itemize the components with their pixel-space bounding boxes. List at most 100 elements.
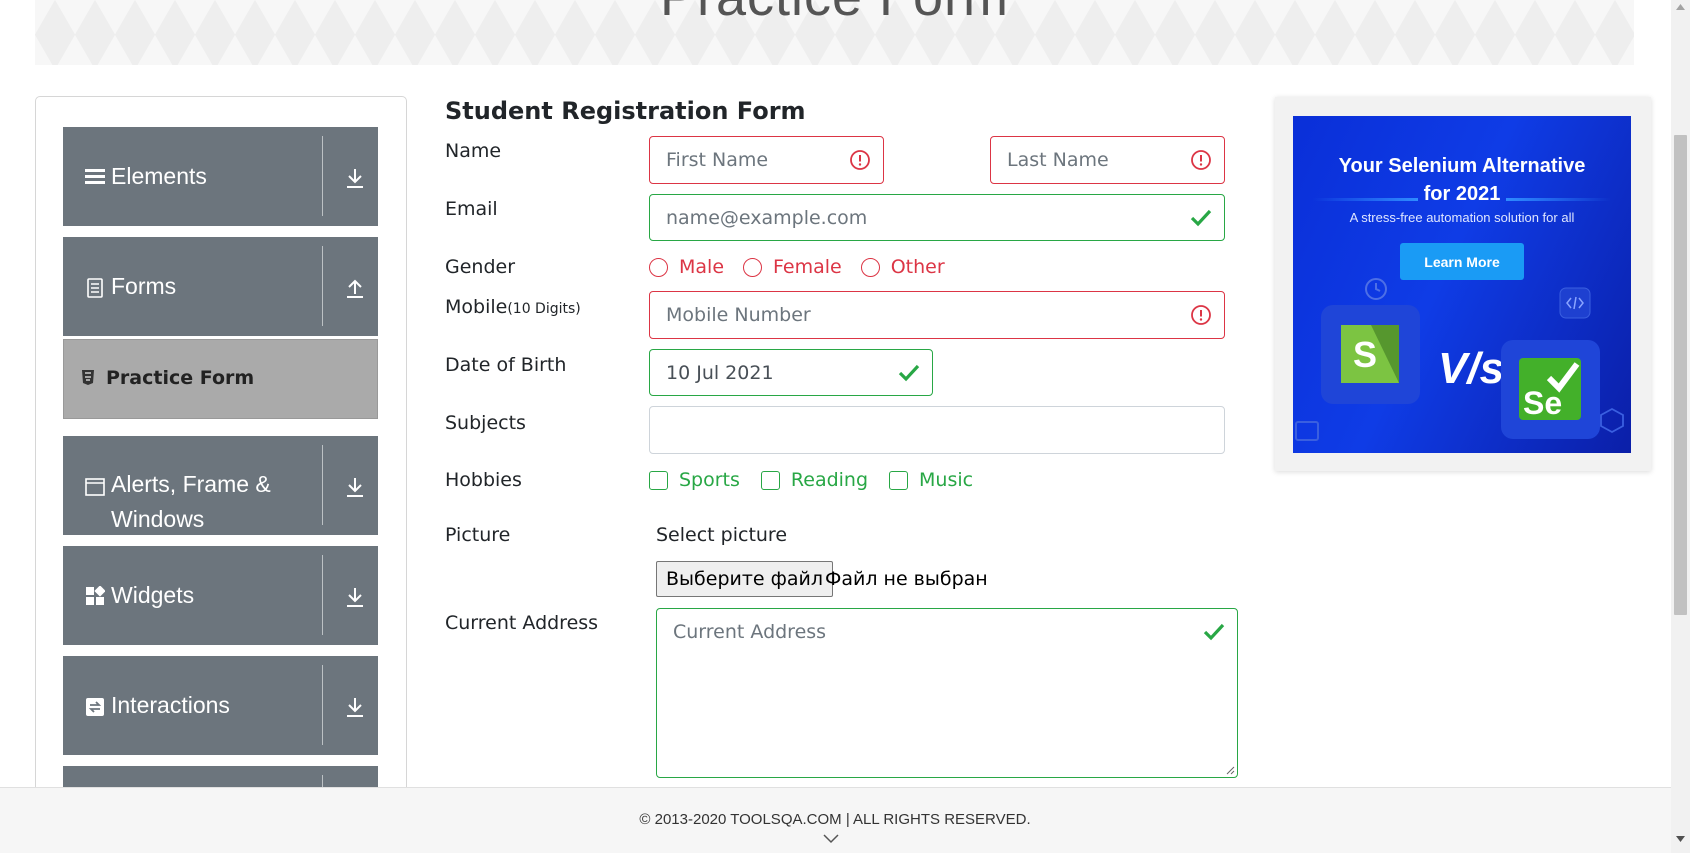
dob-label: Date of Birth (445, 354, 567, 376)
mobile-input[interactable]: Mobile Number (649, 291, 1225, 339)
radio-circle[interactable] (743, 257, 763, 277)
gender-label: Gender (445, 256, 516, 278)
choose-file-button[interactable]: Выберите файл (656, 561, 834, 597)
menu-group-label: Elements (111, 163, 207, 189)
radio-label: Male (679, 256, 725, 278)
ad-vs-text: V/s (1438, 344, 1505, 393)
email-placeholder: name@example.com (666, 206, 868, 229)
divider (322, 555, 323, 635)
menu-group-alerts-frame-windows[interactable]: Alerts, Frame & Windows (63, 436, 378, 535)
hobby-reading-checkbox[interactable]: Reading (760, 469, 868, 491)
download-arrow-icon[interactable] (345, 167, 365, 189)
document-icon (87, 278, 103, 298)
mobile-hint: (10 Digits) (507, 301, 581, 317)
katalon-logo: S (1321, 305, 1420, 404)
upload-arrow-icon[interactable] (345, 277, 365, 299)
ad-title-line1: Your Selenium Alternative (1338, 155, 1586, 177)
menu-group-label: Widgets (111, 582, 195, 608)
dob-value: 10 Jul 2021 (666, 361, 774, 384)
gender-female-radio[interactable]: Female (743, 256, 842, 278)
gender-radio-group: Male Female Other (649, 256, 964, 278)
subjects-input[interactable] (649, 406, 1225, 454)
current-address-textarea[interactable]: Current Address (656, 608, 1238, 778)
widgets-icon (86, 586, 105, 605)
hobbies-label: Hobbies (445, 469, 522, 491)
divider (322, 665, 323, 745)
left-menu: Elements Forms Practice Form Alerts, Fra… (35, 96, 407, 796)
gender-other-radio[interactable]: Other (860, 256, 945, 278)
error-icon (1191, 150, 1211, 170)
resize-grip-icon[interactable] (1225, 765, 1235, 775)
checkbox-label: Sports (679, 469, 740, 491)
selenium-logo-icon: Se (1519, 358, 1581, 420)
current-address-label: Current Address (445, 612, 599, 634)
error-icon (850, 150, 870, 170)
hamburger-icon (85, 169, 105, 184)
window-icon (85, 478, 105, 496)
menu-group-forms[interactable]: Forms (63, 237, 378, 336)
ad-subtitle: A stress-free automation solution for al… (1349, 210, 1575, 225)
radio-circle[interactable] (860, 257, 880, 277)
menu-item-practice-form[interactable]: Practice Form (63, 339, 378, 419)
divider (322, 136, 323, 216)
checkbox-box[interactable] (889, 470, 909, 490)
download-arrow-icon[interactable] (345, 586, 365, 608)
gender-male-radio[interactable]: Male (649, 256, 724, 278)
page-scrollbar[interactable] (1671, 0, 1690, 853)
name-label: Name (445, 140, 502, 162)
mobile-label: Mobile(10 Digits) (445, 296, 581, 318)
code-icon (1559, 287, 1591, 319)
menu-group-label: Forms (111, 273, 177, 299)
menu-group-interactions[interactable]: Interactions (63, 656, 378, 755)
divider (322, 246, 323, 326)
dob-input[interactable]: 10 Jul 2021 (649, 349, 933, 396)
hobbies-checkbox-group: Sports Reading Music (649, 469, 994, 491)
first-name-input[interactable]: First Name (649, 136, 884, 184)
checkbox-box[interactable] (649, 470, 668, 490)
scrollbar-thumb[interactable] (1674, 135, 1687, 615)
box-icon (1600, 407, 1624, 434)
download-arrow-icon[interactable] (345, 696, 365, 718)
hobby-sports-checkbox[interactable]: Sports (649, 469, 740, 491)
katalon-logo-icon: S (1341, 325, 1399, 383)
header-banner: Practice Form (35, 0, 1634, 65)
first-name-placeholder: First Name (666, 149, 769, 171)
svg-text:S: S (1353, 334, 1377, 375)
address-placeholder: Current Address (673, 621, 827, 643)
learn-more-button[interactable]: Learn More (1400, 243, 1524, 280)
download-arrow-icon[interactable] (345, 476, 365, 498)
file-status-text: Файл не выбран (825, 568, 988, 590)
menu-group-elements[interactable]: Elements (63, 127, 378, 226)
menu-group-widgets[interactable]: Widgets (63, 546, 378, 645)
hobby-music-checkbox[interactable]: Music (889, 469, 973, 491)
scroll-up-arrow-icon[interactable] (1676, 4, 1685, 10)
ad-accent-line-left (1313, 198, 1418, 201)
radio-circle[interactable] (649, 257, 668, 277)
checkbox-label: Music (919, 469, 974, 491)
radio-label: Other (890, 256, 945, 278)
clock-icon (1365, 278, 1387, 300)
ad-title-line2: for 2021 (1423, 183, 1501, 205)
advertisement[interactable]: Your Selenium Alternative for 2021 A str… (1293, 116, 1631, 453)
checkbox-box[interactable] (760, 470, 780, 490)
menu-group-label: Interactions (111, 692, 230, 718)
form-title: Student Registration Form (445, 97, 806, 125)
check-icon (1190, 209, 1212, 226)
mobile-placeholder: Mobile Number (666, 304, 811, 326)
selenium-logo: Se (1501, 340, 1600, 439)
interactions-icon (86, 698, 104, 716)
scroll-down-arrow-icon[interactable] (1676, 836, 1685, 842)
subjects-label: Subjects (445, 412, 526, 434)
chevron-down-icon[interactable] (822, 833, 840, 845)
last-name-placeholder: Last Name (1007, 149, 1109, 171)
ad-accent-line-right (1506, 198, 1611, 201)
check-icon (898, 364, 920, 381)
browser-icon (1295, 421, 1319, 441)
last-name-input[interactable]: Last Name (990, 136, 1225, 184)
html5-icon (82, 370, 94, 385)
svg-text:Se: Se (1523, 385, 1562, 420)
email-input[interactable]: name@example.com (649, 194, 1225, 241)
menu-group-label: Alerts, Frame & Windows (111, 471, 271, 532)
radio-label: Female (773, 256, 842, 278)
error-icon (1191, 305, 1211, 325)
